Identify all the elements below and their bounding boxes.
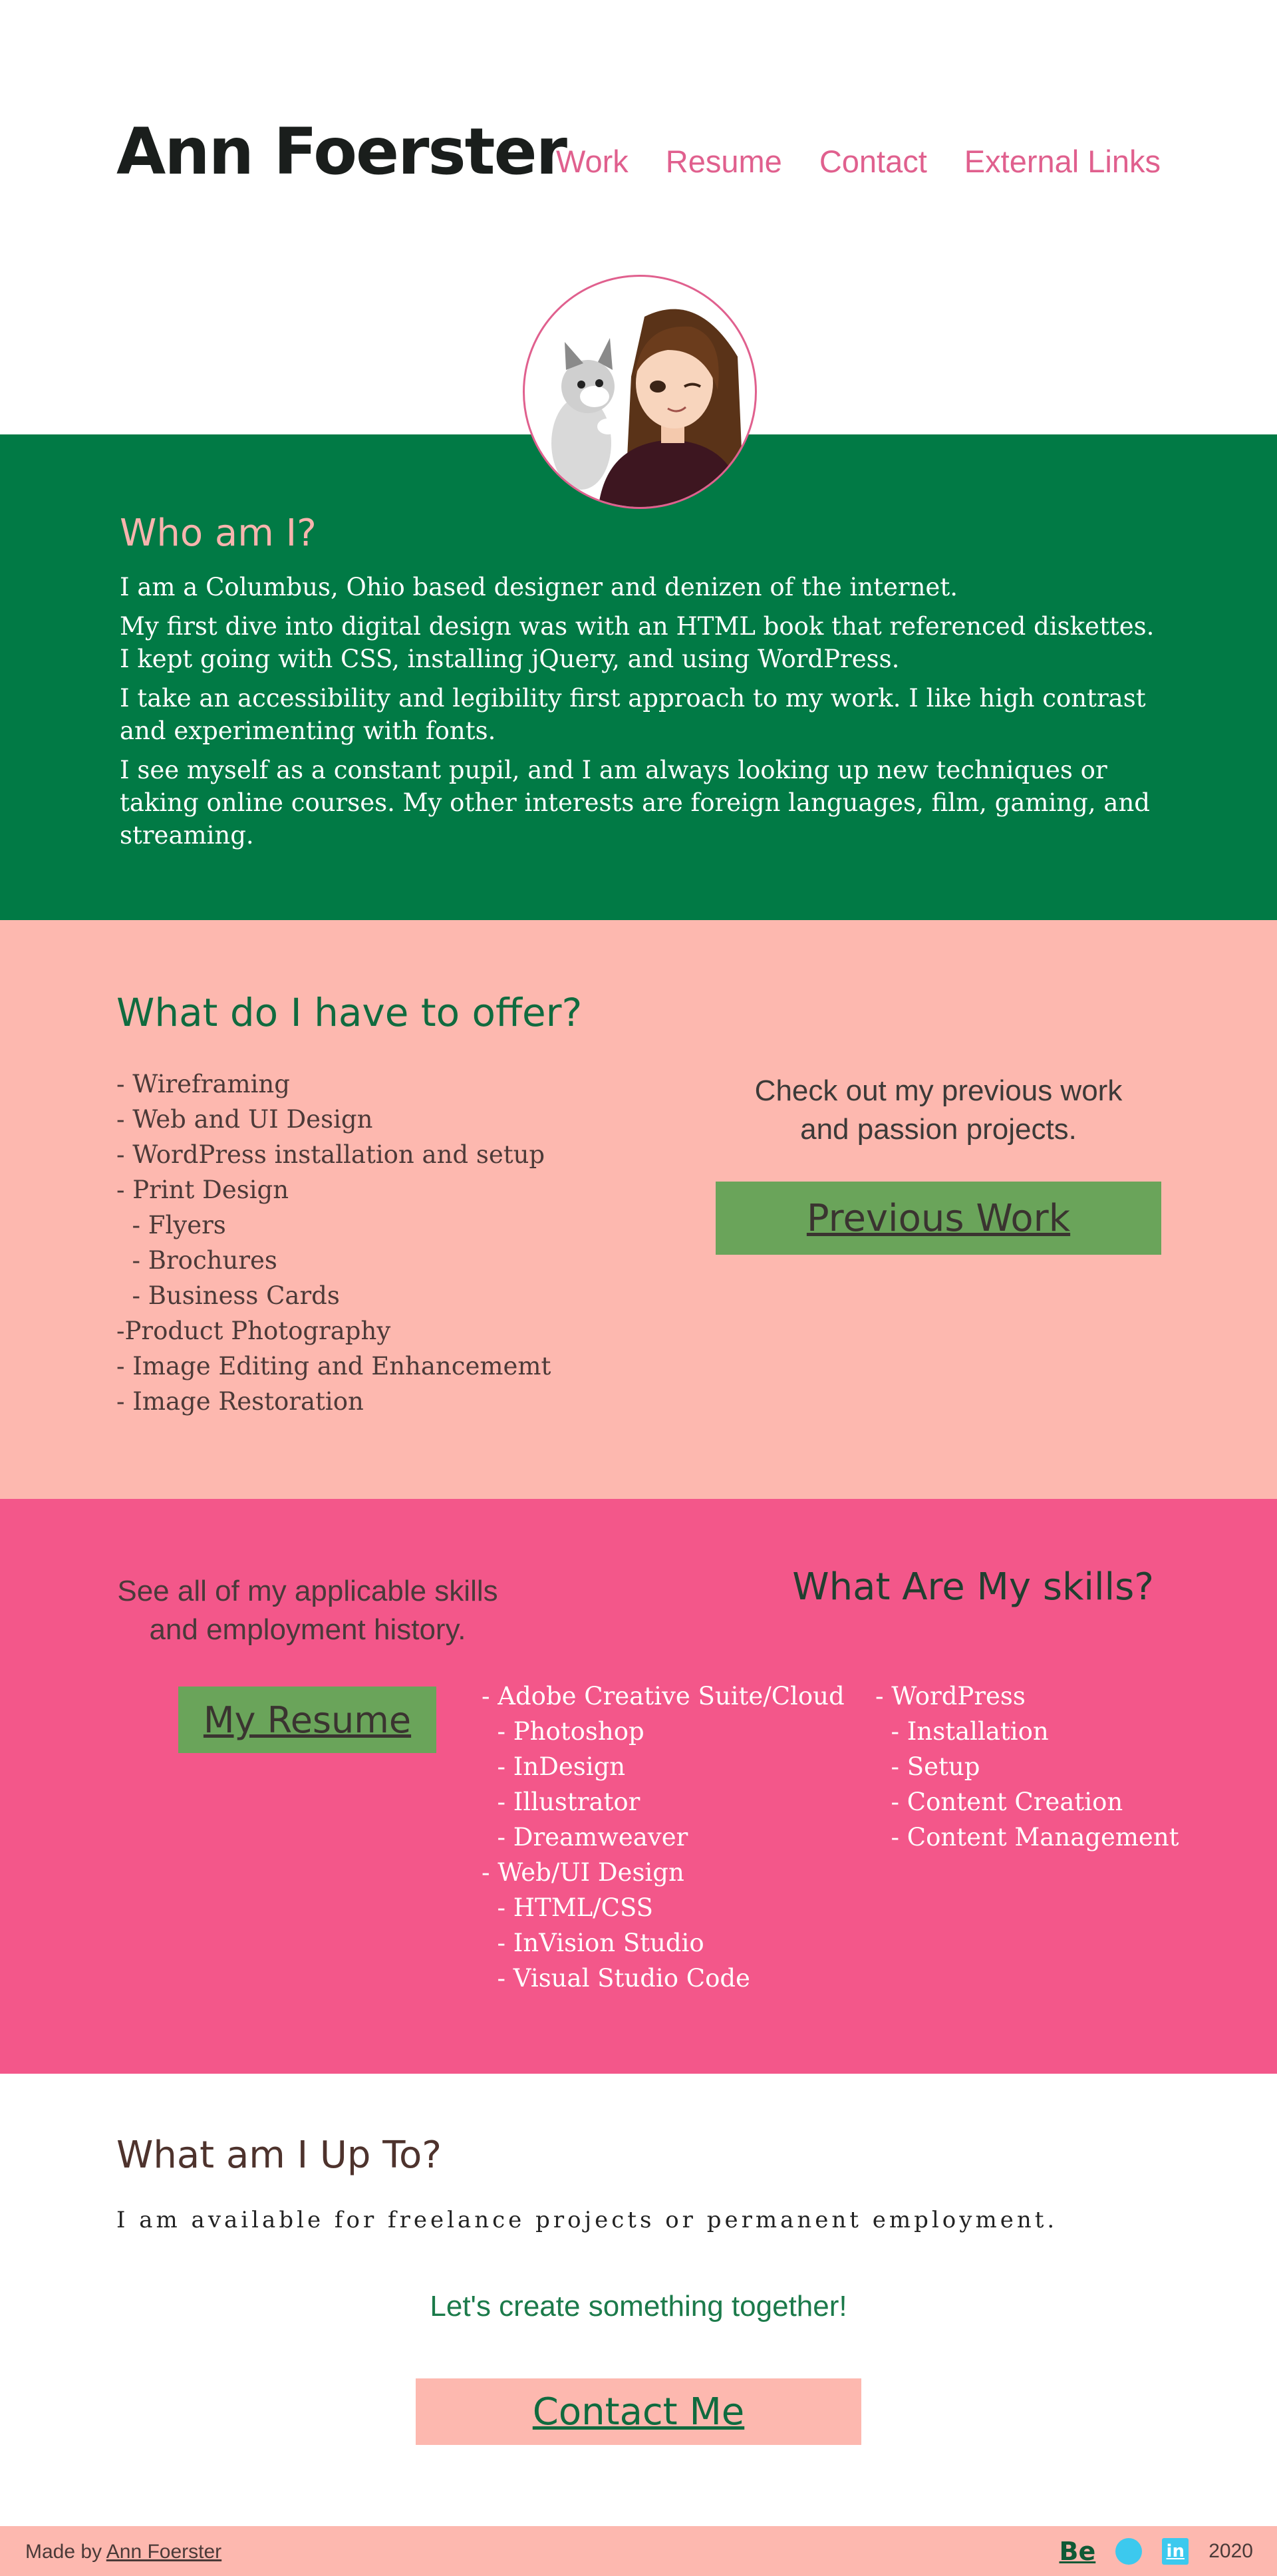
list-item: - Business Cards	[116, 1281, 340, 1310]
about-paragraphs: I am a Columbus, Ohio based designer and…	[120, 571, 1171, 858]
availability-section: What am I Up To? I am available for free…	[0, 2074, 1277, 2526]
resume-prompt: See all of my applicable skills and empl…	[116, 1572, 499, 1649]
list-item: - Brochures	[116, 1246, 277, 1275]
list-item: - Dreamweaver	[482, 1823, 688, 1852]
list-item: - Wireframing	[116, 1070, 290, 1098]
offer-list: - Wireframing - Web and UI Design - Word…	[116, 1066, 551, 1419]
list-item: - Adobe Creative Suite/Cloud	[482, 1682, 845, 1710]
linkedin-icon[interactable]: in	[1162, 2538, 1189, 2565]
list-item: - Image Editing and Enhancememt	[116, 1352, 551, 1380]
list-item: - Flyers	[116, 1211, 226, 1239]
skills-heading: What Are My skills?	[792, 1565, 1154, 1609]
copyright-year: 2020	[1208, 2540, 1253, 2562]
skills-list-design: - Adobe Creative Suite/Cloud - Photoshop…	[482, 1679, 845, 1996]
collaborate-prompt: Let's create something together!	[430, 2290, 847, 2323]
about-paragraph: I am a Columbus, Ohio based designer and…	[120, 573, 958, 601]
nav-contact[interactable]: Contact	[819, 143, 927, 180]
nav-resume[interactable]: Resume	[666, 143, 782, 180]
list-item: - WordPress	[875, 1682, 1026, 1710]
social-links: Be in 2020	[1060, 2537, 1254, 2566]
list-item: - Photoshop	[482, 1717, 644, 1746]
list-item: - Installation	[875, 1717, 1049, 1746]
list-item: - HTML/CSS	[482, 1893, 654, 1922]
nav-work[interactable]: Work	[556, 143, 629, 180]
previous-work-button[interactable]: Previous Work	[716, 1182, 1161, 1255]
list-item: - Illustrator	[482, 1788, 640, 1816]
availability-heading: What am I Up To?	[116, 2134, 442, 2177]
prompt-line: Check out my previous work	[754, 1074, 1123, 1107]
main-nav: Work Resume Contact External Links	[556, 143, 1161, 180]
offer-heading: What do I have to offer?	[116, 990, 583, 1035]
about-paragraph: I see myself as a constant pupil, and I …	[120, 756, 1150, 850]
site-footer: Made by Ann Foerster Be in 2020	[0, 2526, 1277, 2576]
prompt-line: See all of my applicable skills	[117, 1575, 498, 1607]
list-item: - Content Creation	[875, 1788, 1123, 1816]
list-item: - Content Management	[875, 1823, 1179, 1852]
about-paragraph: I take an accessibility and legibility f…	[120, 684, 1146, 745]
list-item: - WordPress installation and setup	[116, 1140, 545, 1169]
about-paragraph: My first dive into digital design was wi…	[120, 612, 1155, 673]
site-title: Ann Foerster	[116, 114, 567, 189]
list-item: - Print Design	[116, 1176, 289, 1204]
my-resume-button[interactable]: My Resume	[178, 1687, 436, 1753]
offer-section: What do I have to offer? - Wireframing -…	[0, 920, 1277, 1499]
prompt-line: and passion projects.	[800, 1113, 1077, 1146]
availability-text: I am available for freelance projects or…	[116, 2207, 1058, 2233]
made-by-label: Made by	[25, 2541, 102, 2563]
list-item: - InVision Studio	[482, 1929, 704, 1957]
list-item: - Web/UI Design	[482, 1858, 684, 1887]
about-heading: Who am I?	[120, 512, 317, 555]
list-item: - InDesign	[482, 1752, 626, 1781]
contact-me-button[interactable]: Contact Me	[416, 2378, 861, 2445]
skills-section: See all of my applicable skills and empl…	[0, 1499, 1277, 2074]
list-item: - Setup	[875, 1752, 980, 1781]
list-item: - Image Restoration	[116, 1387, 364, 1416]
footer-credit: Made by Ann Foerster	[25, 2541, 221, 2563]
previous-work-prompt: Check out my previous work and passion p…	[716, 1072, 1161, 1149]
list-item: - Web and UI Design	[116, 1105, 373, 1134]
list-item: -Product Photography	[116, 1317, 391, 1345]
nav-external-links[interactable]: External Links	[964, 143, 1161, 180]
skills-list-wordpress: - WordPress - Installation - Setup - Con…	[875, 1679, 1179, 1855]
author-link[interactable]: Ann Foerster	[106, 2541, 221, 2563]
list-item: - Visual Studio Code	[482, 1964, 750, 1993]
avatar-illustration	[551, 309, 744, 507]
avatar	[523, 275, 757, 509]
prompt-line: and employment history.	[149, 1613, 466, 1646]
dribbble-icon[interactable]	[1115, 2538, 1143, 2565]
behance-icon[interactable]: Be	[1060, 2537, 1096, 2566]
